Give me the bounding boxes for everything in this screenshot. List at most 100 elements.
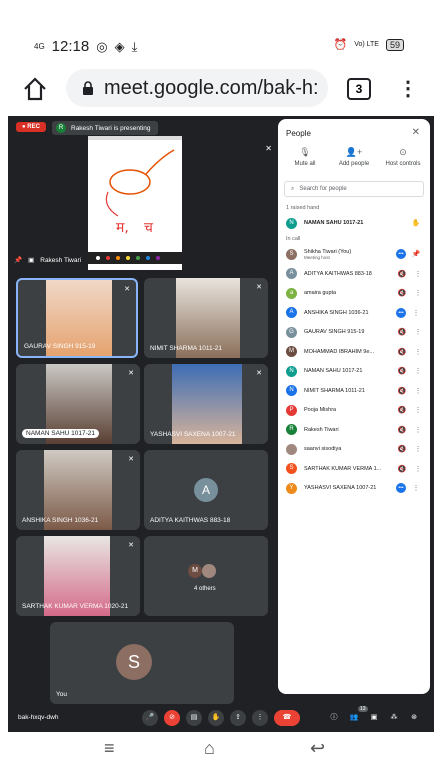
svg-text:च: च	[144, 220, 154, 236]
pin-icon[interactable]: 📌	[410, 250, 422, 258]
mic-off-icon: 🔇	[397, 426, 407, 434]
whatsapp-icon: ◎	[96, 38, 108, 54]
host-controls-label: Host controls	[385, 161, 421, 167]
speaking-indicator-icon: •••	[396, 249, 406, 259]
host-controls-button[interactable]: ⊙ Host controls	[378, 147, 428, 167]
more-options-icon[interactable]: ⋮	[412, 445, 424, 453]
more-options-icon[interactable]: ⋮	[412, 348, 424, 356]
close-icon[interactable]: ✕	[412, 127, 420, 138]
participant-row[interactable]: Y YASHASVI SAXENA 1007-21 ••• ⋮	[286, 479, 426, 497]
avatar: S	[286, 248, 297, 260]
pin-icon[interactable]: 📌	[14, 256, 22, 264]
mic-off-icon: 🔇	[397, 329, 407, 336]
more-options-icon[interactable]: ⋮	[412, 289, 424, 297]
battery-icon: 59	[385, 38, 404, 51]
participant-tile[interactable]: A ADITYA KAITHWAS 883-18	[144, 450, 268, 530]
share-label: 📌 ▣ Rakesh Tiwari	[14, 256, 82, 265]
tile-name: YASHASVI SAXENA 1007-21	[150, 431, 236, 438]
status-bar: 4G 12:18 ◎ ◈ ⤓ ⏰ Vo) LTE 59	[0, 0, 434, 62]
mic-icon[interactable]: 🎤	[142, 710, 158, 726]
more-options-icon[interactable]: ⋮	[412, 387, 424, 395]
participant-row[interactable]: N NAMAN SAHU 1017-21 🔇 ⋮	[286, 362, 426, 380]
participant-row[interactable]: saanvi sisodiya 🔇 ⋮	[286, 440, 426, 458]
people-icon[interactable]: 👥	[346, 710, 362, 726]
mute-all-button[interactable]: 🎙 Mute all	[280, 147, 330, 167]
menu-icon[interactable]: ≡	[104, 738, 115, 759]
tile-name: NAMAN SAHU 1017-21	[22, 429, 99, 438]
participant-name: saanvi sisodiya	[304, 446, 396, 452]
raised-hand-row[interactable]: N NAMAN SAHU 1017-21 ✋	[286, 214, 426, 232]
participant-row[interactable]: R Rakesh Tiwari 🔇 ⋮	[286, 421, 426, 439]
more-options-icon[interactable]: ⋮	[412, 270, 424, 278]
participant-name: ANSHIKA SINGH 1036-21	[304, 310, 396, 316]
participant-row[interactable]: A ANSHIKA SINGH 1036-21 ••• ⋮	[286, 304, 426, 322]
participant-name-text: YASHASVI SAXENA 1007-21	[304, 485, 377, 491]
participant-name: Pooja Mishra	[304, 407, 396, 413]
avatar: A	[286, 307, 297, 318]
participant-name-text: Pooja Mishra	[304, 407, 337, 413]
shared-drawing: म, च	[88, 149, 182, 264]
activities-icon[interactable]: ⁂	[386, 710, 402, 726]
participant-tile[interactable]: ✕ ANSHIKA SINGH 1036-21	[16, 450, 140, 530]
browser-menu-icon[interactable]: ⋮	[398, 74, 418, 104]
captions-icon[interactable]: ▤	[186, 710, 202, 726]
avatar: Y	[286, 482, 297, 494]
people-count-badge: 13	[358, 706, 368, 712]
participant-row[interactable]: S Shikha Tiwari (You) Meeting host ••• 📌	[286, 245, 426, 263]
url-text: meet.google.com/bak-h:	[104, 76, 319, 99]
participant-row[interactable]: M MOHAMMAD IBRAHIM 9e... 🔇 ⋮	[286, 343, 426, 361]
more-options-icon[interactable]: ⋮	[412, 465, 424, 473]
more-options-icon[interactable]: ⋮	[410, 309, 422, 317]
participant-tile[interactable]: ✕ YASHASVI SAXENA 1007-21	[144, 364, 268, 444]
address-bar[interactable]: meet.google.com/bak-h:	[66, 69, 328, 107]
participant-row[interactable]: P Pooja Mishra 🔇 ⋮	[286, 401, 426, 419]
more-options-icon[interactable]: ⋮	[412, 406, 424, 414]
more-options-icon[interactable]: ⋮	[412, 426, 424, 434]
home-nav-icon[interactable]: ⌂	[204, 738, 215, 759]
avatar: N	[286, 385, 297, 396]
more-options-icon[interactable]: ⋮	[252, 710, 268, 726]
shield-icon: ◈	[114, 38, 125, 54]
search-input[interactable]: ⌕ Search for people	[284, 181, 424, 197]
host-controls-icon[interactable]: ⊛	[406, 710, 422, 726]
presenter-avatar: R	[56, 123, 66, 133]
chat-icon[interactable]: ▣	[366, 710, 382, 726]
camera-off-icon[interactable]: ⊘	[164, 710, 180, 726]
speaking-indicator-icon: •••	[396, 307, 406, 318]
more-options-icon[interactable]: ⋮	[410, 484, 422, 492]
tile-name: NIMIT SHARMA 1011-21	[150, 345, 223, 352]
mic-off-icon: 🔇	[397, 446, 407, 453]
raise-hand-icon[interactable]: ✋	[208, 710, 224, 726]
participant-row[interactable]: A ADITYA KAITHWAS 883-18 🔇 ⋮	[286, 265, 426, 283]
shared-screen: म, च	[88, 136, 182, 270]
call-controls: bak-hxqv-dwh 🎤 ⊘ ▤ ✋ ⇪ ⋮ ☎ ⓘ 👥 13 ▣ ⁂ ⊛	[8, 704, 434, 732]
info-icon[interactable]: ⓘ	[326, 710, 342, 726]
participant-row[interactable]: G GAURAV SINGH 915-19 🔇 ⋮	[286, 323, 426, 341]
participant-row[interactable]: N NIMIT SHARMA 1011-21 🔇 ⋮	[286, 382, 426, 400]
participant-tile[interactable]: ✕ NIMIT SHARMA 1011-21	[144, 278, 268, 358]
others-tile[interactable]: M 4 others	[144, 536, 268, 616]
more-options-icon[interactable]: ⋮	[412, 367, 424, 375]
present-icon[interactable]: ⇪	[230, 710, 246, 726]
more-options-icon[interactable]: ⋮	[412, 328, 424, 336]
mic-off-icon: 🔇	[397, 270, 407, 278]
participant-name: Shikha Tiwari (You) Meeting host	[304, 249, 396, 260]
participant-row[interactable]: S SARTHAK KUMAR VERMA 1... 🔇 ⋮	[286, 460, 426, 478]
hand-icon[interactable]: ✋	[410, 219, 422, 227]
clock: 12:18	[51, 38, 90, 55]
home-icon[interactable]	[22, 76, 48, 102]
self-tile[interactable]: S You	[50, 622, 234, 704]
participant-tile[interactable]: ✕ SARTHAK KUMAR VERMA 1020-21	[16, 536, 140, 616]
participant-name-text: NIMIT SHARMA 1011-21	[304, 387, 365, 394]
back-icon[interactable]: ↩	[310, 738, 325, 759]
tab-switcher-button[interactable]: 3	[347, 78, 371, 100]
share-owner-name: Rakesh Tiwari	[40, 256, 82, 264]
leave-call-icon[interactable]: ☎	[274, 710, 300, 726]
participant-tile[interactable]: ✕ GAURAV SINGH 915-19	[16, 278, 138, 358]
mic-off-icon: ✕	[124, 286, 130, 293]
participant-tile[interactable]: ✕ NAMAN SAHU 1017-21	[16, 364, 140, 444]
add-people-button[interactable]: 👤+ Add people	[329, 147, 379, 167]
mic-off-icon: ✕	[256, 284, 262, 291]
participant-row[interactable]: a amaira gupta 🔇 ⋮	[286, 284, 426, 302]
participant-name: Rakesh Tiwari	[304, 427, 396, 433]
